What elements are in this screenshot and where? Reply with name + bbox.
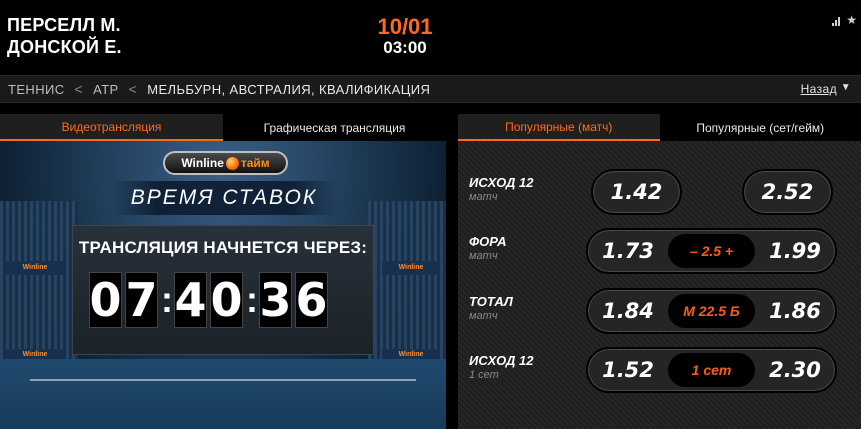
countdown-digits: 0 7 : 4 0 : 3 6: [89, 272, 331, 328]
market-line[interactable]: – 2.5 +: [668, 234, 755, 268]
market-name: ИСХОД 12: [469, 353, 534, 368]
chevron-left-icon: <: [74, 81, 84, 97]
breadcrumb: ТЕННИС < ATP < МЕЛЬБУРН, АВСТРАЛИЯ, КВАЛ…: [0, 75, 861, 103]
market-period: матч: [469, 191, 498, 203]
countdown-colon: :: [246, 279, 258, 320]
back-link[interactable]: Назад: [801, 82, 837, 96]
market-row: ИСХОД 12 матч 1.42 2.52: [458, 169, 861, 219]
match-date: 10/01: [377, 14, 433, 39]
tab-graphic[interactable]: Графическая трансляция: [223, 114, 446, 141]
countdown-digit: 3: [259, 272, 292, 328]
stream-tabs: Видеотрансляция Графическая трансляция: [0, 114, 446, 141]
countdown-digit: 0: [210, 272, 243, 328]
match-time: 03:00: [383, 38, 427, 57]
tab-popular-set[interactable]: Популярные (сет/гейм): [659, 114, 861, 141]
odd-button[interactable]: 1.73: [588, 230, 668, 272]
betting-panel: Популярные (матч) Популярные (сет/гейм) …: [458, 114, 861, 429]
market-line[interactable]: М 22.5 Б: [668, 294, 755, 328]
market-name: ФОРА: [469, 234, 507, 249]
countdown-digit: 7: [125, 272, 158, 328]
countdown-box: ТРАНСЛЯЦИЯ НАЧНЕТСЯ ЧЕРЕЗ: 0 7 : 4 0 : 3…: [72, 225, 374, 355]
logo-text: Winline: [181, 156, 224, 170]
odd-button[interactable]: 2.52: [742, 169, 833, 215]
arena-crowd-right: [368, 201, 446, 361]
countdown-digit: 4: [174, 272, 207, 328]
market-row: ТОТАЛ матч 1.84 М 22.5 Б 1.86: [458, 288, 861, 338]
star-icon[interactable]: ★: [846, 14, 857, 26]
odds-group: 1.52 1 сет 2.30: [586, 347, 837, 393]
logo-suffix: тайм: [240, 156, 270, 170]
chevron-down-icon[interactable]: ▼: [841, 82, 851, 93]
odd-button[interactable]: 1.84: [588, 290, 668, 332]
breadcrumb-league[interactable]: ATP: [93, 82, 119, 97]
bet-time-text: ВРЕМЯ СТАВОК: [130, 186, 318, 209]
countdown-label: ТРАНСЛЯЦИЯ НАЧНЕТСЯ ЧЕРЕЗ:: [78, 238, 368, 257]
market-name: ИСХОД 12: [469, 175, 534, 190]
countdown-digit: 6: [295, 272, 328, 328]
ball-icon: [225, 156, 239, 170]
odd-button[interactable]: 1.86: [755, 290, 835, 332]
ad-board: Winline: [6, 261, 64, 275]
odd-button[interactable]: 1.99: [755, 230, 835, 272]
odds-group: 1.84 М 22.5 Б 1.86: [586, 288, 837, 334]
stats-icon[interactable]: [832, 16, 841, 26]
markets-tabs: Популярные (матч) Популярные (сет/гейм): [458, 114, 861, 141]
ad-board: Winline: [382, 261, 440, 275]
market-period: 1 сет: [469, 369, 499, 381]
market-period: матч: [469, 310, 498, 322]
market-name: ТОТАЛ: [469, 294, 513, 309]
countdown-digit: 0: [89, 272, 122, 328]
market-row: ФОРА матч 1.73 – 2.5 + 1.99: [458, 228, 861, 278]
breadcrumb-sport[interactable]: ТЕННИС: [8, 82, 65, 97]
match-page: ПЕРСЕЛЛ М. ДОНСКОЙ Е. 10/01 03:00 ★ ТЕНН…: [0, 0, 861, 429]
countdown-colon: :: [161, 279, 173, 320]
market-row: ИСХОД 12 1 сет 1.52 1 сет 2.30: [458, 347, 861, 397]
stream-panel: Видеотрансляция Графическая трансляция W…: [0, 114, 446, 429]
bet-time-banner: ВРЕМЯ СТАВОК: [110, 181, 338, 215]
arena-crowd-left: [0, 201, 78, 361]
arena-court: [0, 359, 446, 429]
tab-popular-match[interactable]: Популярные (матч): [458, 114, 660, 141]
header-icons: ★: [832, 14, 857, 26]
winline-logo: Winline тайм: [163, 151, 288, 175]
odd-button[interactable]: 1.52: [588, 349, 668, 391]
odd-button[interactable]: 2.30: [755, 349, 835, 391]
breadcrumb-tournament[interactable]: МЕЛЬБУРН, АВСТРАЛИЯ, КВАЛИФИКАЦИЯ: [147, 82, 430, 97]
odds-group: 1.73 – 2.5 + 1.99: [586, 228, 837, 274]
chevron-left-icon: <: [128, 81, 138, 97]
market-period: матч: [469, 250, 498, 262]
tab-video[interactable]: Видеотрансляция: [0, 114, 223, 141]
match-header: ПЕРСЕЛЛ М. ДОНСКОЙ Е. 10/01 03:00 ★: [0, 0, 861, 74]
odd-button[interactable]: 1.42: [591, 169, 682, 215]
market-line[interactable]: 1 сет: [668, 353, 755, 387]
video-player[interactable]: Winline Winline Winline Winline Winline …: [0, 141, 446, 429]
